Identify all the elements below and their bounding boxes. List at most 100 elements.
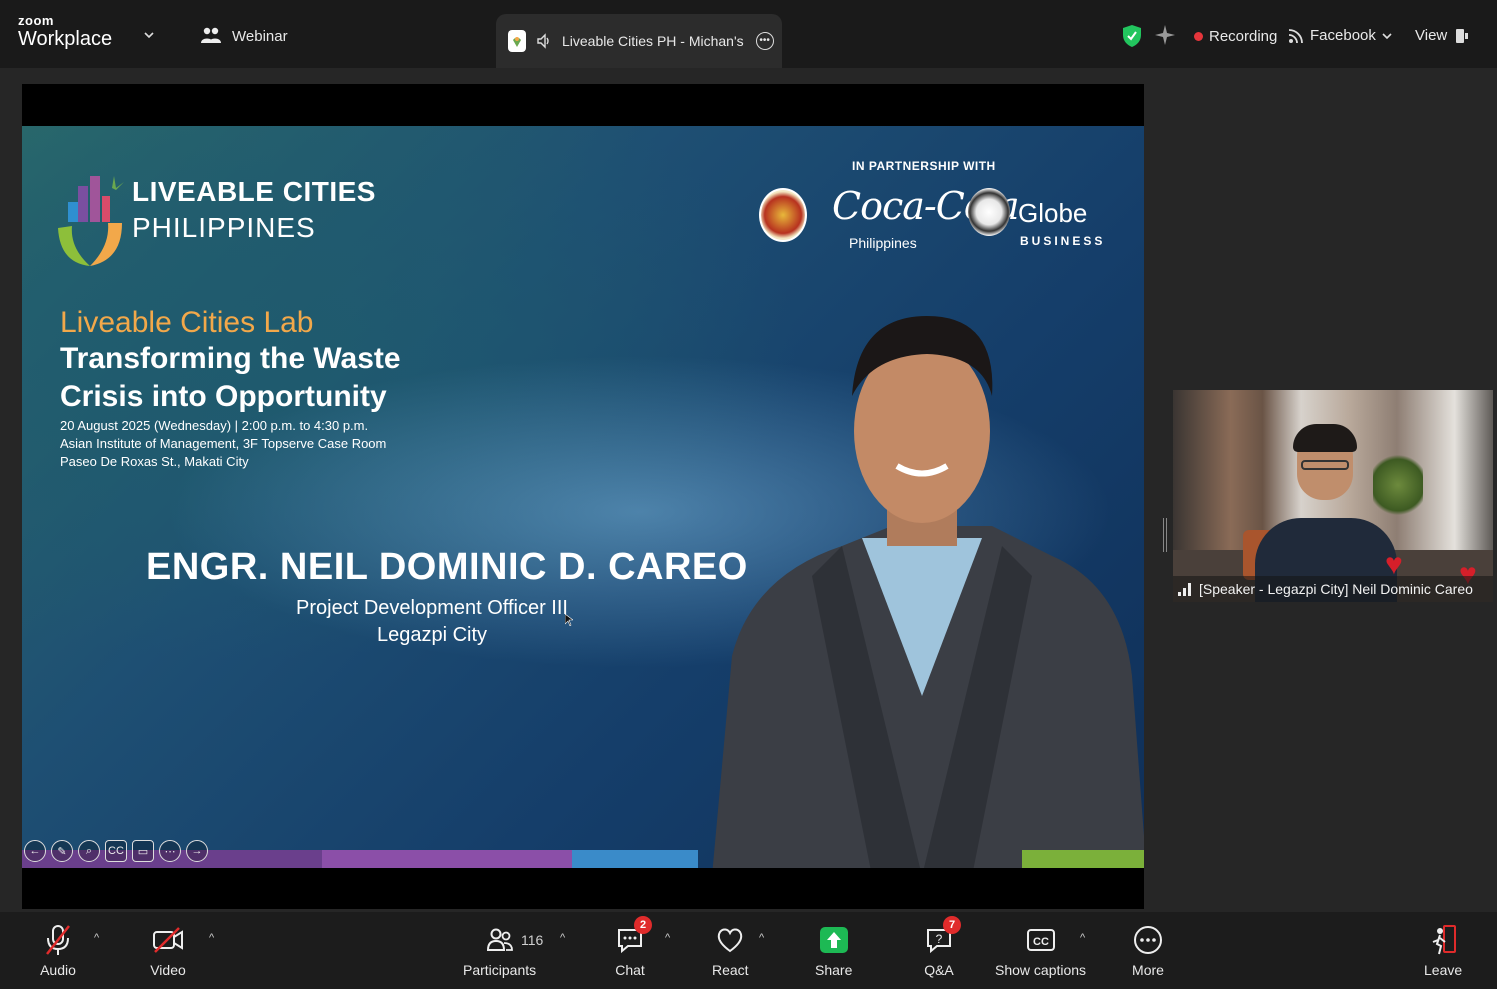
participants-button[interactable]: Participants <box>463 922 536 978</box>
zoom-workplace-logo: zoom Workplace <box>18 14 112 49</box>
event-address: Paseo De Roxas St., Makati City <box>60 454 249 469</box>
video-name-label: [Speaker - Legazpi City] Neil Dominic Ca… <box>1173 576 1493 602</box>
chevron-down-icon <box>1382 32 1392 39</box>
speaker-role: Project Development Officer III Legazpi … <box>222 595 642 649</box>
brand-workplace-text: Workplace <box>18 28 113 50</box>
app-icon <box>508 30 526 52</box>
event-venue: Asian Institute of Management, 3F Topser… <box>60 436 387 451</box>
person-glasses <box>1301 460 1349 470</box>
qa-icon: ? 7 <box>921 916 961 958</box>
share-button[interactable]: Share <box>815 922 852 978</box>
previous-slide-icon[interactable]: ← <box>24 840 46 862</box>
view-label: View <box>1415 27 1448 44</box>
react-label: React <box>712 962 749 978</box>
city-seal-logo <box>759 188 807 242</box>
participants-label: Participants <box>463 962 537 978</box>
more-slide-options-icon[interactable]: ⋯ <box>159 840 181 862</box>
people-icon <box>201 27 221 43</box>
captions-icon: CC <box>1023 922 1059 958</box>
speaker-photo <box>712 316 1144 868</box>
recording-label: Recording <box>1209 28 1278 45</box>
brand-zoom-text: zoom <box>18 13 54 28</box>
top-bar: zoom Workplace Webinar Liveable Cities P… <box>0 0 1497 68</box>
speaker-city: Legazpi City <box>376 624 488 646</box>
show-captions-button[interactable]: CC Show captions <box>995 922 1086 978</box>
react-options-caret-icon[interactable]: ^ <box>759 932 764 944</box>
qa-button[interactable]: ? 7 Q&A <box>921 916 961 978</box>
leave-button[interactable]: Leave <box>1424 922 1462 978</box>
chat-unread-badge: 2 <box>634 916 652 934</box>
video-muted-icon <box>150 922 186 958</box>
share-label: Share <box>815 962 853 978</box>
chat-icon: 2 <box>612 916 652 958</box>
more-options-icon[interactable]: ••• <box>755 32 774 50</box>
captions-label: Show captions <box>995 962 1087 978</box>
tab-title: Liveable Cities PH - Michan's <box>562 33 744 49</box>
pen-icon[interactable]: ✎ <box>51 840 73 862</box>
speaker-video-tile[interactable]: ♥ ♥ [Speaker - Legazpi City] Neil Domini… <box>1173 390 1493 602</box>
heart-icon <box>712 922 748 958</box>
more-button[interactable]: More <box>1130 922 1166 978</box>
leave-label: Leave <box>1424 962 1463 978</box>
svg-text:CC: CC <box>1033 936 1049 948</box>
talk-title: Transforming the Waste Crisis into Oppor… <box>60 342 401 413</box>
more-icon <box>1130 922 1166 958</box>
next-slide-icon[interactable]: → <box>186 840 208 862</box>
participants-options-caret-icon[interactable]: ^ <box>560 932 565 944</box>
video-options-caret-icon[interactable]: ^ <box>209 932 214 944</box>
event-date: 20 August 2025 (Wednesday) | 2:00 p.m. t… <box>60 418 369 433</box>
meeting-tab[interactable]: Liveable Cities PH - Michan's ••• <box>496 14 782 68</box>
stream-label: Facebook <box>1310 27 1376 44</box>
subtitles-icon[interactable]: CC <box>105 840 127 862</box>
react-button[interactable]: React <box>712 922 749 978</box>
view-layout-icon <box>1456 28 1469 43</box>
liveable-cities-logo-icon <box>58 176 124 266</box>
participants-count: 116 <box>521 932 544 948</box>
live-stream-menu[interactable]: Facebook <box>1288 27 1392 44</box>
globe-business-text: BUSINESS <box>1020 234 1106 248</box>
chevron-down-icon[interactable] <box>144 30 154 40</box>
coca-cola-sub: Philippines <box>849 235 917 251</box>
audio-button[interactable]: Audio <box>40 922 76 978</box>
globe-logo-icon <box>968 188 1010 236</box>
captions-options-caret-icon[interactable]: ^ <box>1080 932 1085 944</box>
participant-name: [Speaker - Legazpi City] Neil Dominic Ca… <box>1199 581 1473 597</box>
participants-icon <box>482 922 518 958</box>
webinar-label: Webinar <box>232 27 288 45</box>
lab-title: Liveable Cities Lab <box>60 306 314 339</box>
audio-options-caret-icon[interactable]: ^ <box>94 932 99 944</box>
meeting-toolbar: Audio ^ Video ^ Participants 116 ^ 2 Cha… <box>0 912 1497 989</box>
more-label: More <box>1132 962 1164 978</box>
org-title: LIVEABLE CITIES <box>132 176 376 207</box>
zoom-icon[interactable]: ⌕ <box>78 840 100 862</box>
slide-toolbar: ← ✎ ⌕ CC ▭ ⋯ → <box>24 840 208 862</box>
view-button[interactable]: View <box>1415 27 1469 44</box>
speaker-name: ENGR. NEIL DOMINIC D. CAREO <box>146 546 748 588</box>
shield-check-icon[interactable] <box>1122 24 1142 48</box>
chat-button[interactable]: 2 Chat <box>612 916 652 978</box>
org-subtitle: PHILIPPINES <box>132 212 316 243</box>
webinar-menu[interactable]: Webinar <box>200 26 288 46</box>
resize-handle[interactable] <box>1163 518 1167 552</box>
plant <box>1373 450 1423 520</box>
broadcast-icon <box>1288 28 1303 43</box>
recording-dot-icon <box>1194 32 1203 41</box>
speaker-position: Project Development Officer III <box>296 597 568 619</box>
audio-label: Audio <box>40 962 76 978</box>
recording-indicator[interactable]: Recording <box>1194 28 1277 45</box>
chat-options-caret-icon[interactable]: ^ <box>665 932 670 944</box>
signal-bars-icon <box>1178 583 1191 596</box>
leave-icon <box>1425 922 1461 958</box>
share-screen-icon <box>816 922 852 958</box>
svg-text:?: ? <box>936 932 943 946</box>
slides-icon[interactable]: ▭ <box>132 840 154 862</box>
video-label: Video <box>150 962 186 978</box>
person-hair <box>1293 424 1357 452</box>
qa-unread-badge: 7 <box>943 916 961 934</box>
microphone-muted-icon <box>40 922 76 958</box>
shared-screen: LIVEABLE CITIES PHILIPPINES IN PARTNERSH… <box>22 84 1144 909</box>
qa-label: Q&A <box>924 962 954 978</box>
video-button[interactable]: Video <box>150 922 186 978</box>
event-info: 20 August 2025 (Wednesday) | 2:00 p.m. t… <box>60 417 386 471</box>
sparkle-icon[interactable] <box>1154 24 1176 46</box>
